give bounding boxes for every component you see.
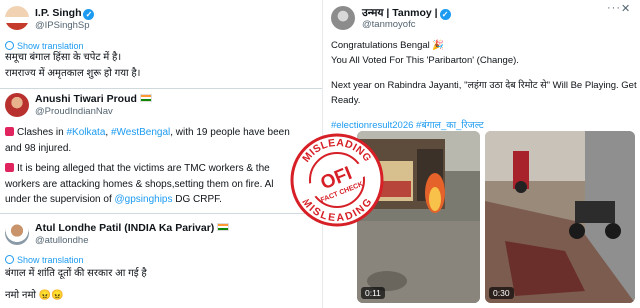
street-motorbike-scene <box>485 131 635 303</box>
avatar[interactable] <box>5 93 29 117</box>
left-screenshot-panel: I.P. Singh ✓ @IPSinghSp Show translation … <box>0 0 322 308</box>
red-square-emoji-icon <box>5 163 14 172</box>
translate-globe-icon <box>5 255 14 264</box>
author-handle[interactable]: @IPSinghSp <box>35 20 90 31</box>
avatar[interactable] <box>5 221 29 245</box>
misleading-fact-check-stamp: MISLEADING MISLEADING OFI FACT CHECK <box>289 132 385 228</box>
verified-badge-icon: ✓ <box>83 9 95 20</box>
more-options-icon[interactable]: ··· <box>607 2 621 14</box>
translate-globe-icon <box>5 41 14 50</box>
tweet-ip-singh[interactable]: I.P. Singh ✓ @IPSinghSp Show translation … <box>0 0 322 88</box>
avatar[interactable] <box>331 6 355 30</box>
tweet-text: Clashes in #Kolkata, #WestBengal, with 1… <box>5 127 290 205</box>
tweet-anushi-tiwari[interactable]: Anushi Tiwari Proud @ProudIndianNav Clas… <box>0 89 322 213</box>
hashtag-westbengal[interactable]: #WestBengal <box>111 127 170 138</box>
close-icon[interactable]: ✕ <box>621 2 630 15</box>
red-square-emoji-icon <box>5 127 14 136</box>
author-handle[interactable]: @ProudIndianNav <box>35 106 113 117</box>
mention-gpsinghips[interactable]: @gpsinghips <box>115 194 173 205</box>
author-name[interactable]: Anushi Tiwari Proud <box>35 93 152 105</box>
author-name[interactable]: उन्मय | Tanmoy | ✓ <box>362 6 451 20</box>
india-flag-icon <box>139 94 152 102</box>
india-flag-icon <box>217 223 230 231</box>
video-duration: 0:30 <box>489 287 514 299</box>
tweet-text: बंगाल में शांति दूतों की सरकार आ गई है न… <box>5 268 147 301</box>
author-handle[interactable]: @atullondhe <box>35 235 89 246</box>
author-name[interactable]: Atul Londhe Patil (INDIA Ka Parivar) <box>35 222 230 234</box>
video-thumbnail-2[interactable]: 0:30 <box>485 131 635 303</box>
tweet-atul-londhe[interactable]: Atul Londhe Patil (INDIA Ka Parivar) @at… <box>0 214 322 308</box>
tweet-text: समूचा बंगाल हिंसा के चपेट में है। रामराज… <box>5 52 141 79</box>
author-name[interactable]: I.P. Singh ✓ <box>35 7 95 20</box>
avatar[interactable] <box>5 6 29 30</box>
author-handle[interactable]: @tanmoyofc <box>362 19 415 30</box>
verified-badge-icon: ✓ <box>439 9 451 20</box>
show-translation-link[interactable]: Show translation <box>5 255 84 265</box>
video-duration: 0:11 <box>361 287 385 299</box>
hashtag-kolkata[interactable]: #Kolkata <box>66 127 105 138</box>
stamp-seal-icon: MISLEADING MISLEADING OFI FACT CHECK <box>290 133 384 227</box>
tweet-text: Congratulations Bengal 🎉 You All Voted F… <box>331 40 637 131</box>
